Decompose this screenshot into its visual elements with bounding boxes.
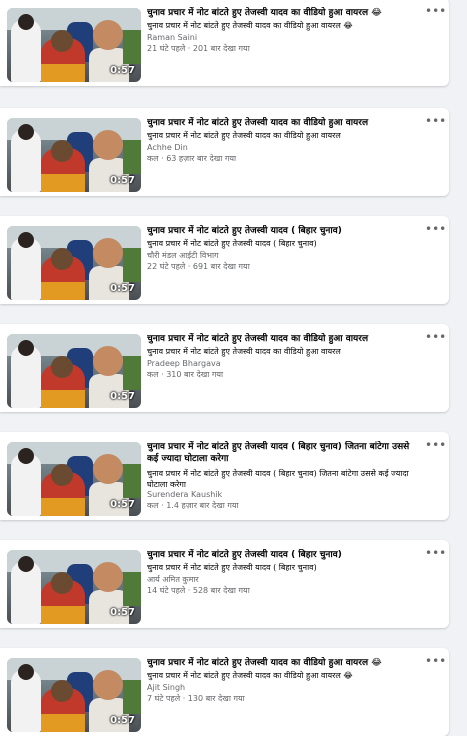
video-meta: कल · 63 हज़ार बार देखा गया <box>147 154 237 163</box>
video-title[interactable]: चुनाव प्रचार में नोट बांटते हुए तेजस्वी … <box>147 549 419 561</box>
video-duration: 0:57 <box>110 391 135 402</box>
video-author[interactable]: Achhe Din <box>147 143 188 153</box>
more-options-icon[interactable]: ••• <box>425 5 446 18</box>
video-thumbnail[interactable]: 0:57 <box>7 118 141 192</box>
video-card[interactable]: 0:57 चुनाव प्रचार में नोट बांटते हुए तेज… <box>0 540 449 628</box>
video-title[interactable]: चुनाव प्रचार में नोट बांटते हुए तेजस्वी … <box>147 225 419 237</box>
video-meta: कल · 310 बार देखा गया <box>147 370 224 379</box>
more-options-icon[interactable]: ••• <box>425 439 446 452</box>
video-author[interactable]: Ajit Singh <box>147 683 185 693</box>
video-meta: कल · 1.4 हज़ार बार देखा गया <box>147 501 239 510</box>
video-duration: 0:57 <box>110 499 135 510</box>
video-duration: 0:57 <box>110 65 135 76</box>
more-options-icon[interactable]: ••• <box>425 115 446 128</box>
video-title[interactable]: चुनाव प्रचार में नोट बांटते हुए तेजस्वी … <box>147 333 419 345</box>
video-thumbnail[interactable]: 0:57 <box>7 658 141 732</box>
video-title[interactable]: चुनाव प्रचार में नोट बांटते हुए तेजस्वी … <box>147 657 419 669</box>
video-title[interactable]: चुनाव प्रचार में नोट बांटते हुए तेजस्वी … <box>147 441 419 465</box>
video-duration: 0:57 <box>110 175 135 186</box>
video-duration: 0:57 <box>110 283 135 294</box>
video-title[interactable]: चुनाव प्रचार में नोट बांटते हुए तेजस्वी … <box>147 7 419 19</box>
video-meta: 14 घंटे पहले · 528 बार देखा गया <box>147 586 250 595</box>
video-card[interactable]: 0:57 चुनाव प्रचार में नोट बांटते हुए तेज… <box>0 216 449 304</box>
video-duration: 0:57 <box>110 715 135 726</box>
video-meta: 7 घंटे पहले · 130 बार देखा गया <box>147 694 245 703</box>
video-description: चुनाव प्रचार में नोट बांटते हुए तेजस्वी … <box>147 347 341 356</box>
video-description: चुनाव प्रचार में नोट बांटते हुए तेजस्वी … <box>147 671 353 680</box>
video-title[interactable]: चुनाव प्रचार में नोट बांटते हुए तेजस्वी … <box>147 117 419 129</box>
more-options-icon[interactable]: ••• <box>425 547 446 560</box>
video-author[interactable]: चौरी मंडल आईटी विभाग <box>147 251 219 261</box>
video-author[interactable]: Pradeep Bhargava <box>147 359 221 369</box>
video-card[interactable]: 0:57 चुनाव प्रचार में नोट बांटते हुए तेज… <box>0 648 449 736</box>
video-description: चुनाव प्रचार में नोट बांटते हुए तेजस्वी … <box>147 563 317 572</box>
video-description: चुनाव प्रचार में नोट बांटते हुए तेजस्वी … <box>147 239 317 248</box>
video-duration: 0:57 <box>110 607 135 618</box>
more-options-icon[interactable]: ••• <box>425 655 446 668</box>
more-options-icon[interactable]: ••• <box>425 331 446 344</box>
video-thumbnail[interactable]: 0:57 <box>7 334 141 408</box>
video-author[interactable]: Surendera Kaushik <box>147 490 222 500</box>
video-card[interactable]: 0:57 चुनाव प्रचार में नोट बांटते हुए तेज… <box>0 0 449 86</box>
video-thumbnail[interactable]: 0:57 <box>7 442 141 516</box>
video-author[interactable]: Raman Saini <box>147 33 197 43</box>
video-thumbnail[interactable]: 0:57 <box>7 550 141 624</box>
video-description: चुनाव प्रचार में नोट बांटते हुए तेजस्वी … <box>147 131 341 140</box>
more-options-icon[interactable]: ••• <box>425 223 446 236</box>
video-meta: 22 घंटे पहले · 691 बार देखा गया <box>147 262 250 271</box>
video-author[interactable]: आर्य अमित कुमार <box>147 575 199 585</box>
video-card[interactable]: 0:57 चुनाव प्रचार में नोट बांटते हुए तेज… <box>0 432 449 520</box>
video-card[interactable]: 0:57 चुनाव प्रचार में नोट बांटते हुए तेज… <box>0 108 449 196</box>
video-thumbnail[interactable]: 0:57 <box>7 226 141 300</box>
video-meta: 21 घंटे पहले · 201 बार देखा गया <box>147 44 250 53</box>
video-thumbnail[interactable]: 0:57 <box>7 8 141 82</box>
video-card[interactable]: 0:57 चुनाव प्रचार में नोट बांटते हुए तेज… <box>0 324 449 412</box>
video-description: चुनाव प्रचार में नोट बांटते हुए तेजस्वी … <box>147 469 409 489</box>
video-description: चुनाव प्रचार में नोट बांटते हुए तेजस्वी … <box>147 21 353 30</box>
